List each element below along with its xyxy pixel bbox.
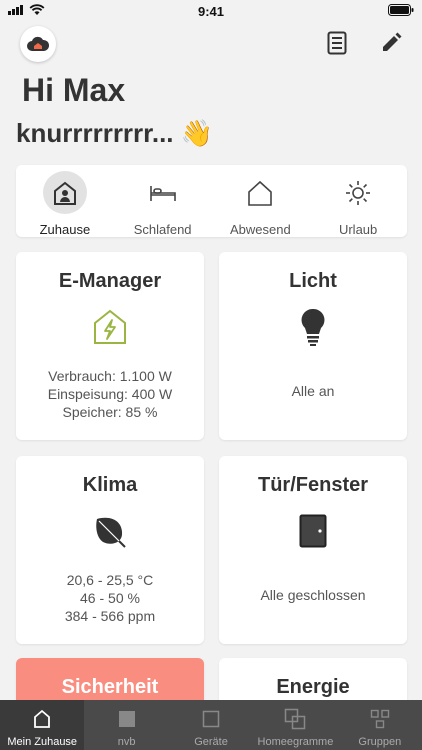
- card-stats: 20,6 - 25,5 °C 46 - 50 % 384 - 566 ppm: [65, 571, 155, 625]
- mode-schlafend[interactable]: Schlafend: [114, 165, 212, 237]
- stat-line: 20,6 - 25,5 °C: [66, 572, 154, 588]
- wifi-icon: [29, 4, 45, 15]
- tab-nvb[interactable]: nvb: [84, 700, 168, 750]
- card-title: Energie: [276, 676, 350, 698]
- card-status: Alle geschlossen: [260, 587, 366, 603]
- house-outline-icon: [238, 171, 282, 214]
- stat-line: Speicher: 85 %: [62, 404, 158, 420]
- card-title: E-Manager: [58, 270, 162, 292]
- mode-selector: Zuhause Schlafend Abwesend Urlaub: [16, 165, 407, 237]
- stat-line: Verbrauch: 1.100 W: [48, 368, 172, 384]
- battery-icon: [388, 4, 414, 19]
- mode-label: Zuhause: [39, 222, 91, 237]
- card-title: Sicherheit: [61, 676, 159, 698]
- status-bar: 9:41: [0, 0, 422, 22]
- card-licht[interactable]: Licht Alle an: [219, 252, 407, 440]
- card-status: Alle an: [291, 383, 335, 399]
- tab-label: Geräte: [194, 736, 228, 748]
- cloud-home-icon: [27, 36, 50, 51]
- avatar[interactable]: [20, 26, 56, 62]
- tab-bar: Mein Zuhause nvb Geräte Homeegramme Grup…: [0, 700, 422, 750]
- sun-icon: [336, 171, 380, 214]
- stat-line: 46 - 50 %: [80, 590, 140, 606]
- mode-zuhause[interactable]: Zuhause: [16, 165, 114, 237]
- mode-urlaub[interactable]: Urlaub: [309, 165, 407, 237]
- bulb-icon: [299, 307, 327, 347]
- card-klima[interactable]: Klima 20,6 - 25,5 °C 46 - 50 % 384 - 566…: [16, 456, 204, 644]
- square-outline-icon: [200, 708, 222, 730]
- status-left: [8, 4, 45, 16]
- card-emanager[interactable]: E-Manager Verbrauch: 1.100 W Einspeisung…: [16, 252, 204, 440]
- mode-abwesend[interactable]: Abwesend: [212, 165, 310, 237]
- tab-geraete[interactable]: Geräte: [169, 700, 253, 750]
- greeting-subtitle: knurrrrrrrrr... 👋: [16, 118, 214, 148]
- edit-pencil-icon[interactable]: [378, 30, 404, 56]
- card-title: Tür/Fenster: [257, 474, 369, 496]
- signal-icon: [8, 5, 23, 15]
- stat-line: 384 - 566 ppm: [64, 608, 156, 624]
- mode-label: Urlaub: [338, 222, 378, 237]
- tab-label: Gruppen: [358, 736, 402, 748]
- card-stats: Verbrauch: 1.100 W Einspeisung: 400 W Sp…: [48, 367, 173, 421]
- mode-label: Abwesend: [230, 222, 291, 237]
- greeting-title: Hi Max: [22, 72, 126, 108]
- stat-line: Einspeisung: 400 W: [47, 386, 173, 402]
- grid-icon: [369, 708, 391, 730]
- house-lightning-icon: [92, 307, 128, 347]
- square-filled-icon: [116, 708, 138, 730]
- tab-homeegramme[interactable]: Homeegramme: [253, 700, 337, 750]
- door-icon: [299, 511, 327, 551]
- tab-mein-zuhause[interactable]: Mein Zuhause: [0, 700, 85, 750]
- mode-label: Schlafend: [133, 222, 192, 237]
- tab-label: nvb: [117, 736, 136, 748]
- tab-label: Mein Zuhause: [7, 736, 78, 748]
- document-icon[interactable]: [324, 30, 350, 56]
- card-title: Licht: [289, 270, 337, 292]
- home-person-icon: [42, 171, 87, 214]
- overlap-squares-icon: [284, 708, 306, 730]
- bed-icon: [141, 171, 185, 214]
- status-time: 9:41: [197, 3, 225, 19]
- tab-gruppen[interactable]: Gruppen: [338, 700, 422, 750]
- tab-label: Homeegramme: [257, 736, 334, 748]
- leaf-icon: [93, 511, 127, 551]
- home-icon: [31, 708, 53, 730]
- card-title: Klima: [82, 474, 138, 496]
- card-tuer-fenster[interactable]: Tür/Fenster Alle geschlossen: [219, 456, 407, 644]
